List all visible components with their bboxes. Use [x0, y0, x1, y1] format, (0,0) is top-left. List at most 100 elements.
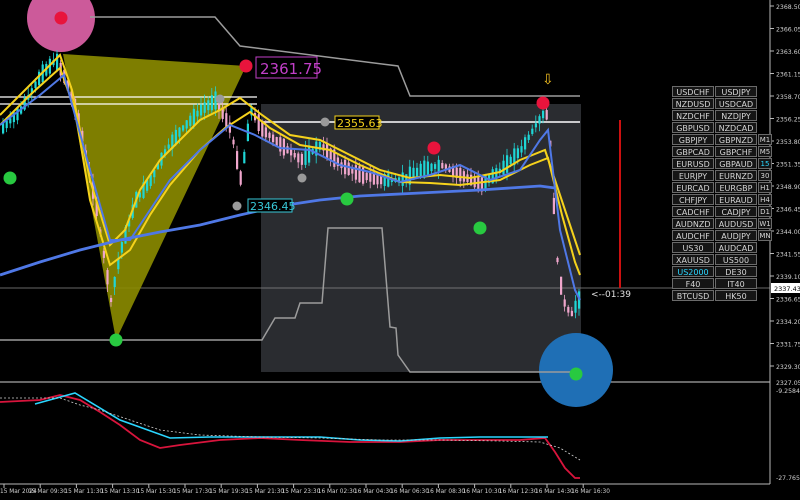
symbol-button-usdchf[interactable]: USDCHF — [672, 86, 714, 97]
candle-body — [279, 137, 282, 152]
symbol-button-xauusd[interactable]: XAUUSD — [672, 254, 714, 265]
oscillator-panel — [0, 392, 581, 479]
candle-body — [437, 159, 440, 172]
peak-price-label: 2361.75 — [260, 60, 322, 78]
symbol-button-audchf[interactable]: AUDCHF — [672, 230, 714, 241]
symbol-button-eurgbp[interactable]: EURGBP — [715, 182, 757, 193]
symbol-button-eurjpy[interactable]: EURJPY — [672, 170, 714, 181]
neutral-signal-dot — [215, 94, 225, 104]
candle-body — [120, 242, 123, 253]
symbol-button-cadchf[interactable]: CADCHF — [672, 206, 714, 217]
candle-body — [200, 104, 203, 116]
timeframe-button-h1[interactable]: H1 — [758, 182, 772, 193]
symbol-button-it40[interactable]: IT40 — [715, 278, 757, 289]
bar-countdown-label: <--01:39 — [591, 290, 631, 300]
candle-body — [189, 115, 192, 126]
symbol-button-us500[interactable]: US500 — [715, 254, 757, 265]
symbol-button-f40[interactable]: F40 — [672, 278, 714, 289]
time-tick-label: 16 Mar 02:30 — [318, 489, 357, 495]
low-price-label: 2346.45 — [250, 200, 296, 213]
timeframe-button-w1[interactable]: W1 — [758, 218, 772, 229]
symbol-button-nzdusd[interactable]: NZDUSD — [672, 98, 714, 109]
timeframe-button-m5[interactable]: M5 — [758, 146, 772, 157]
symbol-button-gbpcad[interactable]: GBPCAD — [672, 146, 714, 157]
symbol-button-usdjpy[interactable]: USDJPY — [715, 86, 757, 97]
symbol-button-gbpusd[interactable]: GBPUSD — [672, 122, 714, 133]
symbol-button-nzdchf[interactable]: NZDCHF — [672, 110, 714, 121]
symbol-button-gbpjpy[interactable]: GBPJPY — [672, 134, 714, 145]
symbol-button-nzdcad[interactable]: NZDCAD — [715, 122, 757, 133]
price-tick-label: 2368.50 — [776, 4, 800, 11]
symbol-button-audusd[interactable]: AUDUSD — [715, 218, 757, 229]
candle-body — [192, 108, 195, 126]
timeframe-button-h4[interactable]: H4 — [758, 194, 772, 205]
sell-signal-dot — [239, 59, 253, 73]
symbol-button-btcusd[interactable]: BTCUSD — [672, 290, 714, 301]
candle-body — [509, 156, 512, 165]
candle-body — [524, 137, 527, 150]
symbol-button-us2000[interactable]: US2000 — [672, 266, 714, 277]
candle-body — [297, 153, 300, 163]
symbol-button-gbpaud[interactable]: GBPAUD — [715, 158, 757, 169]
candle-body — [182, 125, 185, 131]
symbol-button-cadjpy[interactable]: CADJPY — [715, 206, 757, 217]
price-tick-label: 2341.55 — [776, 252, 800, 259]
candle-body — [520, 146, 523, 153]
candle-body — [430, 163, 433, 172]
candle-body — [459, 167, 462, 182]
symbol-button-usdcad[interactable]: USDCAD — [715, 98, 757, 109]
symbol-button-eurnzd[interactable]: EURNZD — [715, 170, 757, 181]
symbol-button-chfjpy[interactable]: CHFJPY — [672, 194, 714, 205]
sell-signal-dot — [54, 11, 68, 25]
candle-body — [225, 113, 228, 128]
neutral-signal-dot — [320, 117, 330, 127]
time-tick-label: 16 Mar 10:30 — [463, 489, 502, 495]
symbol-button-audnzd[interactable]: AUDNZD — [672, 218, 714, 229]
time-tick-label: 16 Mar 06:30 — [390, 489, 429, 495]
candle-body — [380, 175, 383, 185]
candle-body — [110, 297, 113, 303]
candle-body — [210, 95, 213, 111]
symbol-button-eurusd[interactable]: EURUSD — [672, 158, 714, 169]
neutral-signal-dot — [232, 201, 242, 211]
timeframe-button-30[interactable]: 30 — [758, 170, 772, 181]
candle-body — [563, 299, 566, 307]
symbol-button-nzdjpy[interactable]: NZDJPY — [715, 110, 757, 121]
candle-body — [290, 149, 293, 156]
pink-target-circle — [27, 0, 95, 52]
time-tick-label: 15 Mar 15:30 — [137, 489, 176, 495]
candle-body — [286, 146, 289, 154]
candle-body — [369, 172, 372, 182]
timeframe-button-m1[interactable]: M1 — [758, 134, 772, 145]
candle-body — [178, 127, 181, 137]
candle-body — [545, 110, 548, 120]
symbol-button-audcad[interactable]: AUDCAD — [715, 242, 757, 253]
candle-body — [574, 300, 577, 313]
candle-body — [434, 164, 437, 169]
candle-body — [538, 116, 541, 124]
candle-body — [203, 102, 206, 113]
candle-body — [102, 250, 105, 258]
symbol-button-gbpchf[interactable]: GBPCHF — [715, 146, 757, 157]
price-tick-label: 2344.00 — [776, 229, 800, 236]
time-tick-label: 15 Mar 11:30 — [64, 489, 103, 495]
symbol-button-de30[interactable]: DE30 — [715, 266, 757, 277]
symbol-button-us30[interactable]: US30 — [672, 242, 714, 253]
symbol-button-eurcad[interactable]: EURCAD — [672, 182, 714, 193]
timeframe-button-15[interactable]: 15 — [758, 158, 772, 169]
neutral-signal-dot — [297, 173, 307, 183]
candle-body — [527, 134, 530, 140]
candle-body — [272, 134, 275, 143]
symbol-button-euraud[interactable]: EURAUD — [715, 194, 757, 205]
candle-body — [506, 155, 509, 173]
candle-body — [236, 151, 239, 169]
timeframe-button-mn[interactable]: MN — [758, 230, 772, 241]
time-tick-label: 15 Mar 23:30 — [282, 489, 321, 495]
symbol-button-gbpnzd[interactable]: GBPNZD — [715, 134, 757, 145]
buy-signal-dot — [473, 221, 487, 235]
symbol-button-hk50[interactable]: HK50 — [715, 290, 757, 301]
oscillator-cyan-segments — [34, 392, 548, 442]
symbol-button-audjpy[interactable]: AUDJPY — [715, 230, 757, 241]
timeframe-button-d1[interactable]: D1 — [758, 206, 772, 217]
candle-body — [239, 171, 242, 185]
